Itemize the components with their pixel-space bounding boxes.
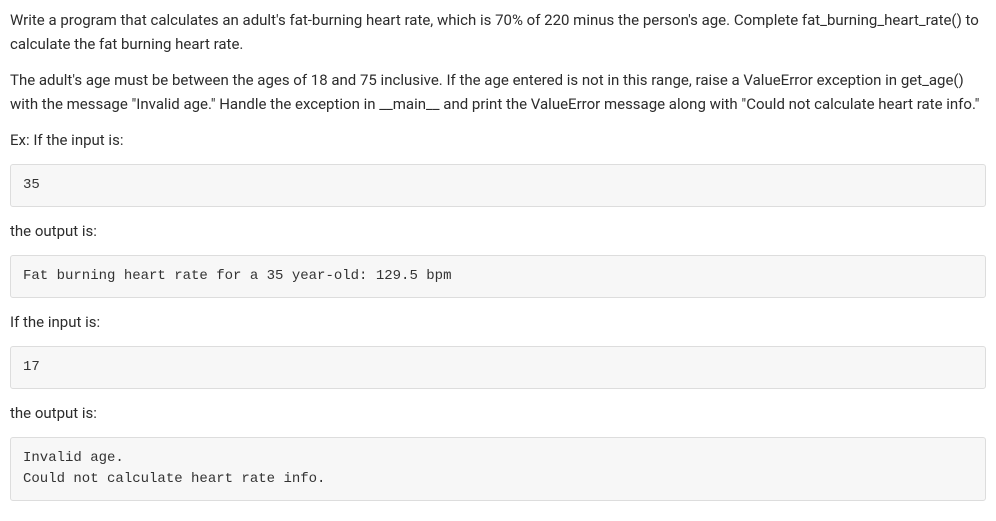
code-block-output-1: Fat burning heart rate for a 35 year-old…: [10, 255, 986, 298]
code-block-input-1: 35: [10, 164, 986, 207]
instruction-paragraph-2: The adult's age must be between the ages…: [10, 68, 986, 116]
code-block-output-2: Invalid age. Could not calculate heart r…: [10, 437, 986, 501]
example-label-input-2: If the input is:: [10, 310, 986, 334]
example-label-output-2: the output is:: [10, 401, 986, 425]
example-label-output-1: the output is:: [10, 219, 986, 243]
instruction-paragraph-1: Write a program that calculates an adult…: [10, 8, 986, 56]
code-block-input-2: 17: [10, 346, 986, 389]
example-label-input-1: Ex: If the input is:: [10, 128, 986, 152]
